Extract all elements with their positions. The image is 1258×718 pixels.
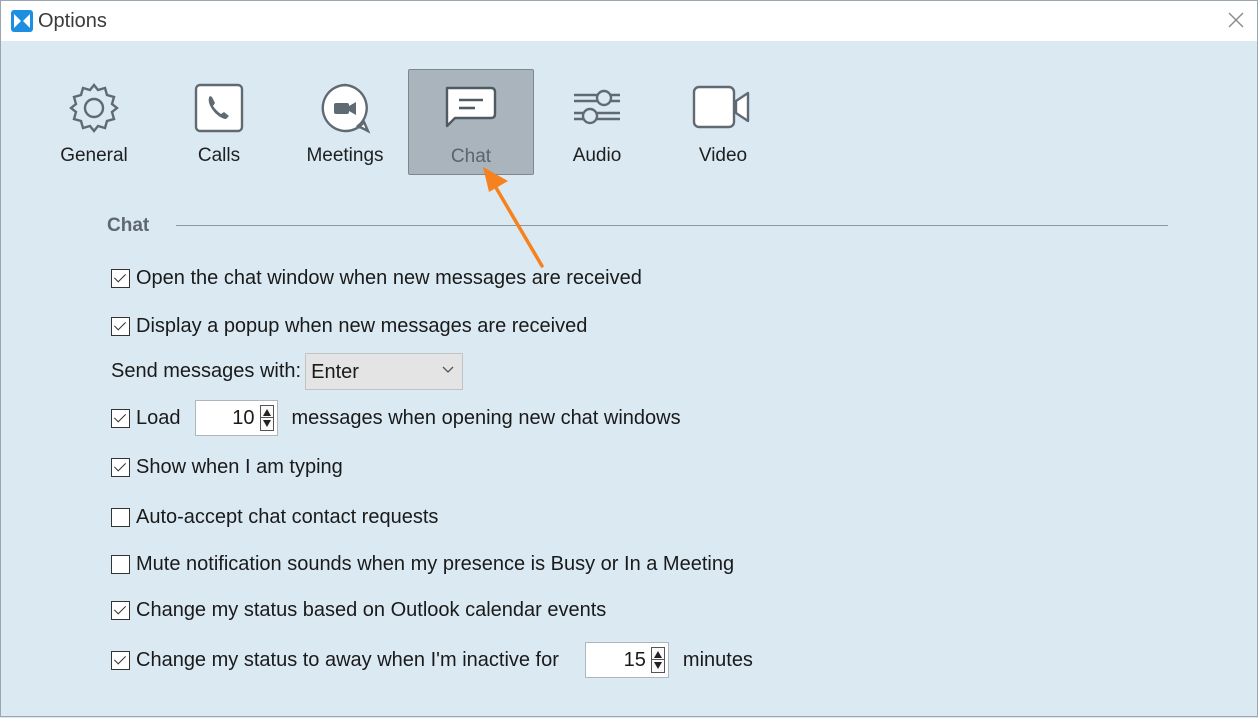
load-count-stepper[interactable]: 10 [194,400,278,436]
stepper-arrows[interactable] [259,405,274,431]
gear-icon [69,83,119,133]
sliders-icon [574,89,620,125]
section-title: Chat [107,215,150,236]
option-label: Show when I am typing [136,456,343,478]
dropdown-value: Enter [311,361,359,383]
option-auto-accept: Auto-accept chat contact requests [111,506,438,529]
checkbox[interactable] [111,601,130,620]
tab-label: Meetings [306,145,384,166]
section-divider [176,225,1168,226]
option-outlook-status: Change my status based on Outlook calend… [111,599,606,622]
arrow-down-icon[interactable] [653,662,662,669]
chevron-down-icon [442,366,454,373]
tab-chat[interactable]: Chat [408,69,534,175]
arrow-up-icon[interactable] [262,409,271,416]
options-window: Options General Calls Meetings Chat Audi… [0,0,1258,717]
option-label: Change my status to away when I'm inacti… [136,648,559,671]
option-send-messages-with: Send messages with: Enter [111,353,464,390]
tab-general[interactable]: General [31,69,157,175]
chat-bubble-icon [445,86,497,128]
option-mute-sounds: Mute notification sounds when my presenc… [111,553,734,576]
send-key-dropdown[interactable]: Enter [305,353,464,390]
checkbox[interactable] [111,555,130,574]
options-toolbar: General Calls Meetings Chat Audio Video [1,41,1257,181]
tab-label: Audio [572,145,622,166]
tab-label: General [60,145,128,166]
option-show-typing: Show when I am typing [111,456,343,479]
stepper-value: 10 [232,407,255,429]
title-bar: Options [1,1,1257,41]
close-icon[interactable] [1225,9,1247,31]
tab-meetings[interactable]: Meetings [282,69,408,175]
option-label: Display a popup when new messages are re… [136,315,588,337]
checkbox[interactable] [111,508,130,527]
option-open-chat-window: Open the chat window when new messages a… [111,267,642,290]
option-label-suffix: minutes [682,648,753,671]
arrow-down-icon[interactable] [262,420,271,427]
option-load-messages: Load 10 messages when opening new chat w… [111,400,681,436]
option-label-suffix: messages when opening new chat windows [291,406,681,429]
tab-label: Video [698,145,748,166]
option-label: Load [136,406,181,429]
checkbox[interactable] [111,458,130,477]
checkbox[interactable] [111,408,130,428]
option-label: Open the chat window when new messages a… [136,267,642,289]
arrow-up-icon[interactable] [653,651,662,658]
app-logo-icon [11,10,33,32]
option-away-status: Change my status to away when I'm inacti… [111,642,753,678]
tab-calls[interactable]: Calls [156,69,282,175]
stepper-value: 15 [623,649,646,671]
stepper-arrows[interactable] [650,647,665,673]
option-label: Change my status based on Outlook calend… [136,599,607,621]
option-label: Mute notification sounds when my presenc… [136,553,735,575]
video-bubble-icon [321,83,371,134]
video-camera-icon [692,85,750,129]
tab-audio[interactable]: Audio [534,69,660,175]
option-label: Auto-accept chat contact requests [136,506,439,528]
phone-icon [194,83,244,133]
checkbox[interactable] [111,269,130,288]
checkbox[interactable] [111,317,130,336]
window-title: Options [38,10,107,32]
option-display-popup: Display a popup when new messages are re… [111,315,587,338]
tab-label: Chat [450,146,492,167]
checkbox[interactable] [111,650,130,670]
tab-video[interactable]: Video [660,69,786,175]
tab-label: Calls [197,145,241,166]
option-label: Send messages with: [111,360,302,382]
inactive-minutes-stepper[interactable]: 15 [584,642,669,678]
